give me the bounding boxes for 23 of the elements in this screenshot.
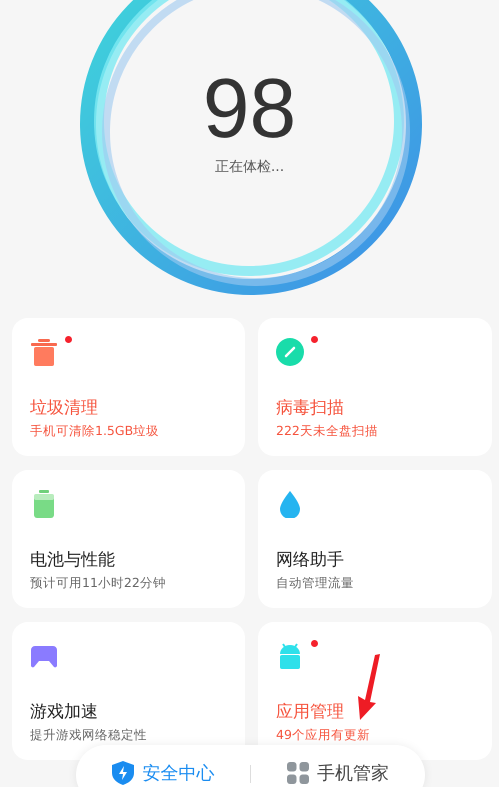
card-subtitle: 预计可用11小时22分钟 bbox=[30, 575, 167, 592]
card-title: 垃圾清理 bbox=[30, 397, 99, 419]
card-subtitle: 手机可清除1.5GB垃圾 bbox=[30, 423, 160, 440]
tab-label: 手机管家 bbox=[316, 762, 389, 785]
card-subtitle: 222天未全盘扫描 bbox=[276, 423, 379, 440]
card-title: 游戏加速 bbox=[30, 701, 99, 723]
feature-card[interactable]: 电池与性能 预计可用11小时22分钟 bbox=[12, 470, 245, 608]
scan-status: 正在体检... bbox=[214, 158, 284, 176]
card-subtitle: 49个应用有更新 bbox=[276, 727, 371, 744]
card-title: 电池与性能 bbox=[30, 549, 116, 571]
card-subtitle: 自动管理流量 bbox=[276, 575, 355, 592]
card-title: 病毒扫描 bbox=[276, 397, 345, 419]
grid-icon bbox=[286, 762, 309, 784]
feature-card[interactable]: 网络助手 自动管理流量 bbox=[258, 470, 492, 608]
trash-can-icon bbox=[30, 338, 58, 366]
card-subtitle: 提升游戏网络稳定性 bbox=[30, 727, 148, 744]
card-title: 应用管理 bbox=[276, 701, 345, 723]
nav-tab[interactable]: 手机管家 bbox=[286, 761, 389, 785]
gauge-icon bbox=[276, 338, 304, 366]
card-title: 网络助手 bbox=[276, 549, 345, 571]
feature-card[interactable]: 游戏加速 提升游戏网络稳定性 bbox=[12, 622, 245, 760]
score-value: 98 bbox=[202, 66, 296, 150]
tab-label: 安全中心 bbox=[142, 762, 214, 785]
